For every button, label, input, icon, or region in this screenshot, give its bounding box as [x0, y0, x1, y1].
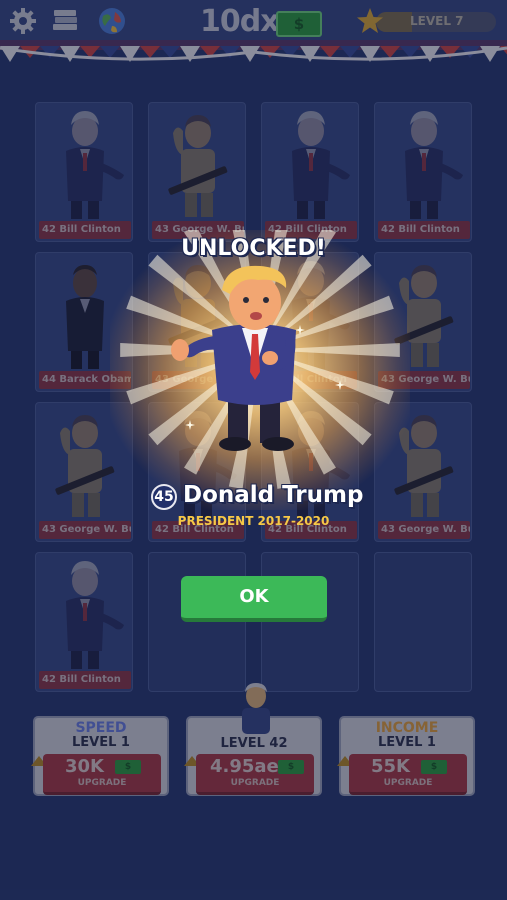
- hero-name: Donald Trump: [183, 482, 364, 508]
- ok-button[interactable]: OK: [181, 576, 327, 622]
- president-number-badge: 45: [151, 484, 177, 510]
- unlocked-heading: UNLOCKED!: [181, 236, 326, 261]
- hero-subtitle: PRESIDENT 2017-2020: [177, 514, 330, 528]
- donald-trump-character: [171, 265, 296, 451]
